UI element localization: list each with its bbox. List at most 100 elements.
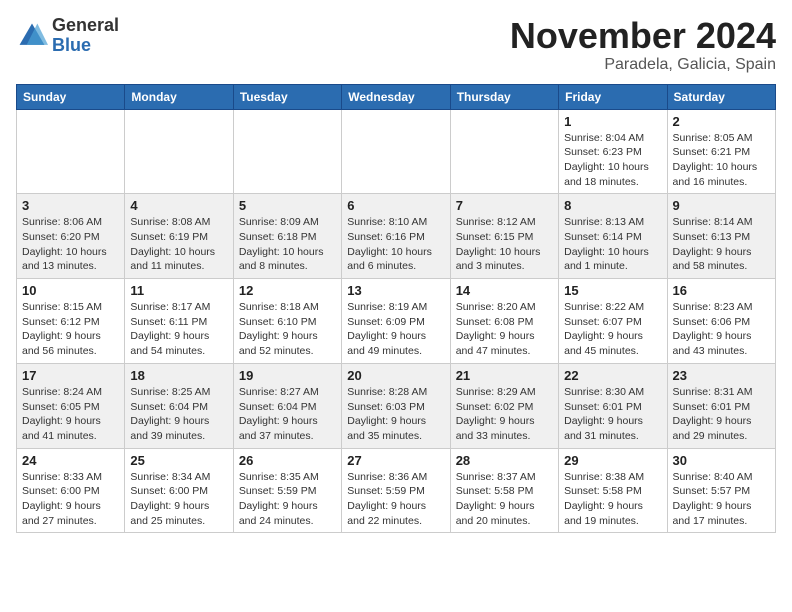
table-row: 27 Sunrise: 8:36 AM Sunset: 5:59 PM Dayli… [342,448,450,533]
day-number: 3 [22,198,119,213]
month-title: November 2024 [510,16,776,56]
table-row: 4 Sunrise: 8:08 AM Sunset: 6:19 PM Daylig… [125,194,233,279]
day-number: 14 [456,283,553,298]
day-info: Sunrise: 8:08 AM Sunset: 6:19 PM Dayligh… [130,215,227,274]
day-number: 1 [564,114,661,129]
day-number: 4 [130,198,227,213]
calendar-week-row: 10 Sunrise: 8:15 AM Sunset: 6:12 PM Dayli… [17,279,776,364]
table-row: 13 Sunrise: 8:19 AM Sunset: 6:09 PM Dayli… [342,279,450,364]
table-row: 15Sunrise: 8:22 AM Sunset: 6:07 PM Dayli… [559,279,667,364]
table-row: 3 Sunrise: 8:06 AM Sunset: 6:20 PM Daylig… [17,194,125,279]
table-row: 19 Sunrise: 8:27 AM Sunset: 6:04 PM Dayli… [233,363,341,448]
table-row: 20Sunrise: 8:28 AM Sunset: 6:03 PM Dayli… [342,363,450,448]
table-row: 11 Sunrise: 8:17 AM Sunset: 6:11 PM Dayli… [125,279,233,364]
day-info: Sunrise: 8:24 AM Sunset: 6:05 PM Dayligh… [22,385,119,444]
day-info: Sunrise: 8:15 AM Sunset: 6:12 PM Dayligh… [22,300,119,359]
calendar-week-row: 17 Sunrise: 8:24 AM Sunset: 6:05 PM Dayli… [17,363,776,448]
day-number: 19 [239,368,336,383]
table-row: 9 Sunrise: 8:14 AM Sunset: 6:13 PM Daylig… [667,194,775,279]
day-number: 22 [564,368,661,383]
table-row: 18 Sunrise: 8:25 AM Sunset: 6:04 PM Dayli… [125,363,233,448]
day-number: 16 [673,283,770,298]
day-info: Sunrise: 8:35 AM Sunset: 5:59 PM Dayligh… [239,470,336,529]
day-number: 23 [673,368,770,383]
logo-icon [16,20,48,52]
table-row: 17 Sunrise: 8:24 AM Sunset: 6:05 PM Dayli… [17,363,125,448]
calendar-week-row: 24 Sunrise: 8:33 AM Sunset: 6:00 PM Dayli… [17,448,776,533]
table-row: 25 Sunrise: 8:34 AM Sunset: 6:00 PM Dayli… [125,448,233,533]
title-block: November 2024 Paradela, Galicia, Spain [510,16,776,74]
day-info: Sunrise: 8:29 AM Sunset: 6:02 PM Dayligh… [456,385,553,444]
day-info: Sunrise: 8:12 AM Sunset: 6:15 PM Dayligh… [456,215,553,274]
day-number: 30 [673,453,770,468]
table-row [342,109,450,194]
header-wednesday: Wednesday [342,84,450,109]
table-row: 24 Sunrise: 8:33 AM Sunset: 6:00 PM Dayli… [17,448,125,533]
day-number: 27 [347,453,444,468]
page-header: General Blue November 2024 Paradela, Gal… [16,16,776,74]
day-number: 17 [22,368,119,383]
day-info: Sunrise: 8:14 AM Sunset: 6:13 PM Dayligh… [673,215,770,274]
day-number: 18 [130,368,227,383]
day-info: Sunrise: 8:18 AM Sunset: 6:10 PM Dayligh… [239,300,336,359]
table-row: 28Sunrise: 8:37 AM Sunset: 5:58 PM Dayli… [450,448,558,533]
day-number: 10 [22,283,119,298]
table-row: 29 Sunrise: 8:38 AM Sunset: 5:58 PM Dayli… [559,448,667,533]
calendar-week-row: 3 Sunrise: 8:06 AM Sunset: 6:20 PM Daylig… [17,194,776,279]
table-row: 7 Sunrise: 8:12 AM Sunset: 6:15 PM Daylig… [450,194,558,279]
table-row: 10 Sunrise: 8:15 AM Sunset: 6:12 PM Dayli… [17,279,125,364]
day-info: Sunrise: 8:17 AM Sunset: 6:11 PM Dayligh… [130,300,227,359]
header-monday: Monday [125,84,233,109]
table-row: 14Sunrise: 8:20 AM Sunset: 6:08 PM Dayli… [450,279,558,364]
day-number: 11 [130,283,227,298]
day-number: 2 [673,114,770,129]
table-row [450,109,558,194]
day-number: 21 [456,368,553,383]
table-row: 26Sunrise: 8:35 AM Sunset: 5:59 PM Dayli… [233,448,341,533]
table-row [125,109,233,194]
day-info: Sunrise: 8:05 AM Sunset: 6:21 PM Dayligh… [673,131,770,190]
day-info: Sunrise: 8:38 AM Sunset: 5:58 PM Dayligh… [564,470,661,529]
logo-general-text: General [52,15,119,35]
day-info: Sunrise: 8:13 AM Sunset: 6:14 PM Dayligh… [564,215,661,274]
table-row: 30 Sunrise: 8:40 AM Sunset: 5:57 PM Dayli… [667,448,775,533]
location-text: Paradela, Galicia, Spain [510,56,776,74]
day-number: 6 [347,198,444,213]
day-info: Sunrise: 8:33 AM Sunset: 6:00 PM Dayligh… [22,470,119,529]
day-info: Sunrise: 8:25 AM Sunset: 6:04 PM Dayligh… [130,385,227,444]
table-row: 1Sunrise: 8:04 AM Sunset: 6:23 PM Daylig… [559,109,667,194]
day-number: 7 [456,198,553,213]
day-number: 9 [673,198,770,213]
day-info: Sunrise: 8:36 AM Sunset: 5:59 PM Dayligh… [347,470,444,529]
table-row: 6Sunrise: 8:10 AM Sunset: 6:16 PM Daylig… [342,194,450,279]
day-number: 13 [347,283,444,298]
calendar-header-row: Sunday Monday Tuesday Wednesday Thursday… [17,84,776,109]
header-saturday: Saturday [667,84,775,109]
day-info: Sunrise: 8:40 AM Sunset: 5:57 PM Dayligh… [673,470,770,529]
day-number: 20 [347,368,444,383]
day-number: 29 [564,453,661,468]
day-number: 25 [130,453,227,468]
table-row: 16 Sunrise: 8:23 AM Sunset: 6:06 PM Dayli… [667,279,775,364]
header-sunday: Sunday [17,84,125,109]
day-info: Sunrise: 8:27 AM Sunset: 6:04 PM Dayligh… [239,385,336,444]
calendar-table: Sunday Monday Tuesday Wednesday Thursday… [16,84,776,534]
table-row: 23 Sunrise: 8:31 AM Sunset: 6:01 PM Dayli… [667,363,775,448]
table-row: 12 Sunrise: 8:18 AM Sunset: 6:10 PM Dayli… [233,279,341,364]
calendar-week-row: 1Sunrise: 8:04 AM Sunset: 6:23 PM Daylig… [17,109,776,194]
logo: General Blue [16,16,119,56]
day-info: Sunrise: 8:34 AM Sunset: 6:00 PM Dayligh… [130,470,227,529]
day-info: Sunrise: 8:37 AM Sunset: 5:58 PM Dayligh… [456,470,553,529]
table-row: 5Sunrise: 8:09 AM Sunset: 6:18 PM Daylig… [233,194,341,279]
day-info: Sunrise: 8:23 AM Sunset: 6:06 PM Dayligh… [673,300,770,359]
logo-blue-text: Blue [52,35,91,55]
day-number: 5 [239,198,336,213]
day-info: Sunrise: 8:30 AM Sunset: 6:01 PM Dayligh… [564,385,661,444]
table-row [17,109,125,194]
day-number: 12 [239,283,336,298]
day-info: Sunrise: 8:06 AM Sunset: 6:20 PM Dayligh… [22,215,119,274]
day-number: 24 [22,453,119,468]
table-row [233,109,341,194]
day-info: Sunrise: 8:19 AM Sunset: 6:09 PM Dayligh… [347,300,444,359]
day-info: Sunrise: 8:31 AM Sunset: 6:01 PM Dayligh… [673,385,770,444]
